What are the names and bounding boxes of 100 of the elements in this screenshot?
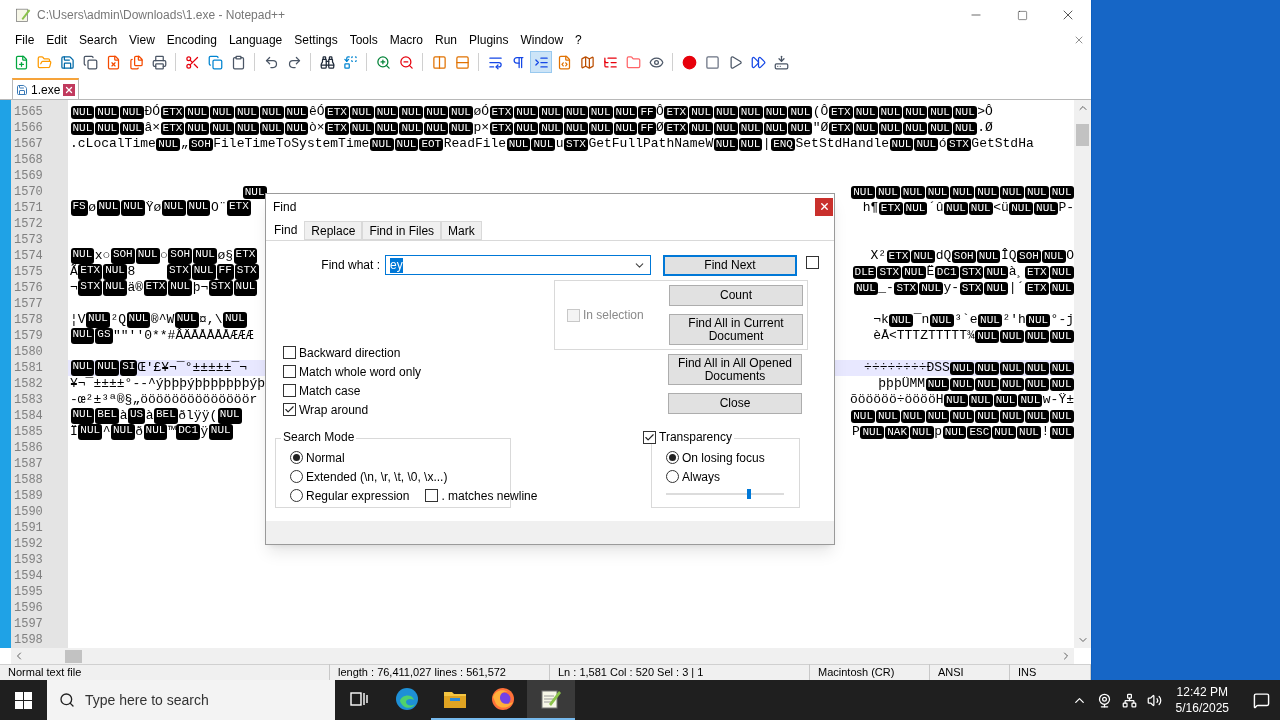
notification-icon[interactable] <box>1253 691 1270 709</box>
option-label: Always <box>682 468 720 486</box>
folder-icon[interactable] <box>443 689 467 709</box>
menu-item[interactable]: Window <box>514 31 570 49</box>
control-character: NUL <box>96 200 121 216</box>
menu-item[interactable]: File <box>9 31 41 49</box>
horizontal-scrollbar[interactable] <box>11 648 1074 664</box>
dialog-tab[interactable]: Mark <box>441 221 482 240</box>
scroll-thumb[interactable] <box>1076 124 1089 146</box>
code-text: p× <box>473 120 489 136</box>
network-icon[interactable] <box>1121 692 1137 708</box>
control-character: STX <box>78 280 103 296</box>
control-character: NUL <box>369 137 394 151</box>
control-character: NUL <box>259 121 284 135</box>
taskbar-app[interactable] <box>527 680 575 720</box>
menu-item[interactable]: Language <box>222 31 289 49</box>
line-number: 1584 <box>14 409 43 423</box>
find-what-combobox[interactable]: ey <box>385 255 651 275</box>
task-view-icon[interactable] <box>350 691 368 707</box>
code-text: Ô <box>656 104 664 120</box>
control-character: NUL <box>975 409 1000 423</box>
checkbox[interactable] <box>806 256 819 269</box>
taskbar-search-field[interactable]: Type here to search <box>47 680 335 720</box>
menu-item[interactable]: Run <box>429 31 464 49</box>
radio-button[interactable] <box>666 451 679 464</box>
control-character: GS <box>95 328 113 344</box>
search-placeholder: Type here to search <box>85 690 209 710</box>
webcam-icon[interactable] <box>1096 692 1112 708</box>
code-text: à <box>145 408 154 424</box>
menu-item[interactable]: Encoding <box>160 31 223 49</box>
radio-button[interactable] <box>290 451 303 464</box>
control-character: ETX <box>143 280 168 296</box>
radio-button[interactable] <box>290 470 303 483</box>
code-text: ÷÷÷÷÷÷÷÷ÐSS <box>864 360 950 376</box>
checkbox[interactable] <box>283 384 296 397</box>
line-number: 1581 <box>14 361 43 375</box>
control-character: STX <box>877 265 902 279</box>
fox-browser-icon[interactable] <box>491 687 515 711</box>
notepad-icon[interactable] <box>540 688 562 710</box>
clock-date[interactable]: 5/16/2025 <box>1175 700 1229 716</box>
stop-icon <box>704 54 720 70</box>
vertical-scrollbar[interactable] <box>1074 100 1091 648</box>
control-character: NUL <box>284 105 309 119</box>
browser-icon[interactable] <box>395 687 419 711</box>
line-number: 1592 <box>14 537 43 551</box>
code-text: ^ <box>102 424 111 440</box>
menu-item[interactable]: Tools <box>343 31 384 49</box>
volume-icon[interactable] <box>1146 692 1162 708</box>
checkbox[interactable] <box>283 365 296 378</box>
menu-item[interactable]: Settings <box>288 31 344 49</box>
radio-button[interactable] <box>290 489 303 502</box>
play-icon <box>727 54 743 70</box>
slider-thumb[interactable] <box>746 489 751 499</box>
dialog-button[interactable]: Find All in Current Document <box>669 314 803 345</box>
control-character: STX <box>894 281 919 295</box>
close-document-icon[interactable] <box>1073 34 1085 46</box>
code-text: <ü <box>993 200 1009 216</box>
line-number: 1591 <box>14 521 43 535</box>
checkbox[interactable] <box>425 489 439 502</box>
control-character: ETX <box>325 105 349 119</box>
menu-item[interactable]: ? <box>569 31 588 49</box>
tab-close-button[interactable] <box>63 83 76 96</box>
scroll-thumb[interactable] <box>65 649 82 663</box>
line-number: 1578 <box>14 313 43 327</box>
code-text: ²'h <box>1002 312 1026 328</box>
control-character: NUL <box>1034 201 1058 215</box>
checkbox[interactable] <box>283 403 296 416</box>
dialog-tab[interactable]: Replace <box>304 221 363 240</box>
control-character: EOT <box>419 137 444 151</box>
menu-item[interactable]: Plugins <box>463 31 515 49</box>
dialog-button[interactable]: Find All in All Opened Documents <box>668 354 802 385</box>
windows-logo-icon[interactable] <box>15 691 32 709</box>
dialog-button[interactable]: Close <box>668 393 802 414</box>
code-text: p <box>934 424 943 440</box>
control-character: NUL <box>889 137 914 151</box>
menu-item[interactable]: View <box>123 31 161 49</box>
control-character: SOH <box>1017 249 1041 263</box>
line-number: 1575 <box>14 265 43 279</box>
code-text: ™ <box>167 424 176 440</box>
control-character: NUL <box>394 137 419 151</box>
clock-time[interactable]: 12:42 PM <box>1176 684 1228 700</box>
code-text: „ <box>180 136 189 152</box>
control-character: NUL <box>103 280 127 296</box>
control-character: NUL <box>161 200 186 216</box>
menu-item[interactable]: Macro <box>383 31 429 49</box>
menu-item[interactable]: Search <box>73 31 124 49</box>
radio-button[interactable] <box>666 470 679 483</box>
dialog-tab[interactable]: Find in Files <box>362 221 442 240</box>
close-button[interactable] <box>815 197 833 216</box>
document-tab[interactable]: 1.exe <box>12 78 80 99</box>
control-character: NUL <box>563 121 588 135</box>
checkbox[interactable] <box>283 346 296 359</box>
control-character: DC1 <box>176 424 200 440</box>
control-character: NUL <box>235 121 259 135</box>
control-character: NUL <box>928 121 952 135</box>
checkbox[interactable] <box>643 430 656 444</box>
menu-item[interactable]: Edit <box>40 31 74 49</box>
dialog-button[interactable]: Count <box>669 285 803 306</box>
dialog-button[interactable]: Find Next <box>663 254 797 276</box>
transparency-slider[interactable] <box>666 489 784 499</box>
